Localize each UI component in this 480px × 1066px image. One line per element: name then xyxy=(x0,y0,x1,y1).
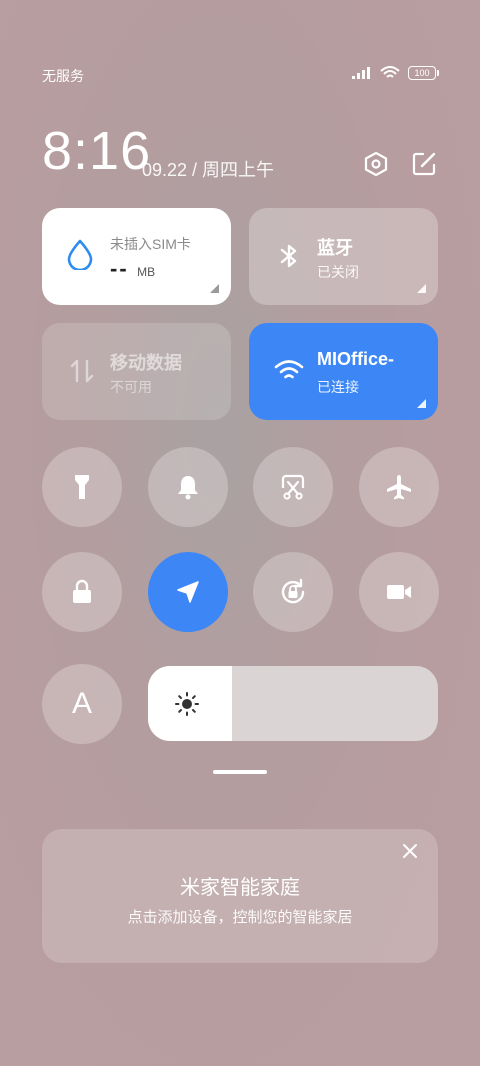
video-icon xyxy=(387,585,411,599)
drag-handle[interactable] xyxy=(213,770,267,774)
close-icon[interactable] xyxy=(400,841,420,861)
bluetooth-tile[interactable]: 蓝牙 已关闭 xyxy=(249,208,438,305)
expand-corner xyxy=(417,399,426,408)
clock-date: 09.22 / 周四上午 xyxy=(142,160,275,180)
battery-icon: 100 xyxy=(408,66,439,80)
screenshot-toggle[interactable] xyxy=(253,447,333,527)
lock-icon xyxy=(73,579,91,603)
rotation-lock-toggle[interactable] xyxy=(253,552,333,632)
status-icons: 100 xyxy=(352,66,439,80)
sun-icon xyxy=(175,692,199,716)
mobile-data-title: 移动数据 xyxy=(110,353,182,373)
flashlight-icon xyxy=(75,475,89,499)
wifi-icon xyxy=(380,66,400,78)
drop-icon xyxy=(67,239,93,270)
bluetooth-status: 已关闭 xyxy=(317,264,359,280)
font-size-button[interactable]: A xyxy=(42,664,122,744)
expand-corner xyxy=(417,284,426,293)
usage-number: -- xyxy=(110,256,129,281)
mobile-data-icon xyxy=(70,359,94,383)
mobile-data-tile[interactable]: 移动数据 不可用 xyxy=(42,323,231,420)
card-subtitle: 点击添加设备，控制您的智能家居 xyxy=(127,909,353,926)
silent-toggle[interactable] xyxy=(148,447,228,527)
smart-home-card[interactable]: 米家智能家庭 点击添加设备，控制您的智能家居 xyxy=(42,829,438,963)
mobile-data-status: 不可用 xyxy=(110,379,152,395)
clock-time: 8:16 xyxy=(42,121,152,181)
data-usage-value: -- MB xyxy=(110,256,155,282)
edit-icon[interactable] xyxy=(410,150,438,178)
usage-unit: MB xyxy=(137,265,156,279)
bluetooth-icon xyxy=(280,244,297,268)
brightness-slider[interactable] xyxy=(148,666,438,741)
airplane-toggle[interactable] xyxy=(359,447,439,527)
signal-icon xyxy=(352,67,370,79)
screenshot-icon xyxy=(281,474,305,500)
font-button-label: A xyxy=(71,687,92,720)
bluetooth-title: 蓝牙 xyxy=(317,238,353,258)
settings-icon[interactable] xyxy=(362,150,390,178)
battery-level: 100 xyxy=(414,68,430,78)
wifi-icon xyxy=(274,360,304,379)
location-icon xyxy=(177,581,199,603)
sim-status: 未插入SIM卡 xyxy=(110,236,191,252)
data-usage-tile[interactable]: 未插入SIM卡 -- MB xyxy=(42,208,231,305)
location-toggle[interactable] xyxy=(148,552,228,632)
wifi-title: MIOffice- xyxy=(317,349,395,369)
expand-corner xyxy=(210,284,219,293)
card-title: 米家智能家庭 xyxy=(180,877,300,899)
airplane-icon xyxy=(387,475,411,500)
flashlight-toggle[interactable] xyxy=(42,447,122,527)
wifi-status: 已连接 xyxy=(317,379,359,395)
carrier-status: 无服务 xyxy=(42,68,84,84)
bell-icon xyxy=(178,476,198,500)
wifi-tile[interactable]: MIOffice- 已连接 xyxy=(249,323,438,420)
rotation-lock-icon xyxy=(281,578,305,604)
lock-screen-toggle[interactable] xyxy=(42,552,122,632)
screen-record-toggle[interactable] xyxy=(359,552,439,632)
